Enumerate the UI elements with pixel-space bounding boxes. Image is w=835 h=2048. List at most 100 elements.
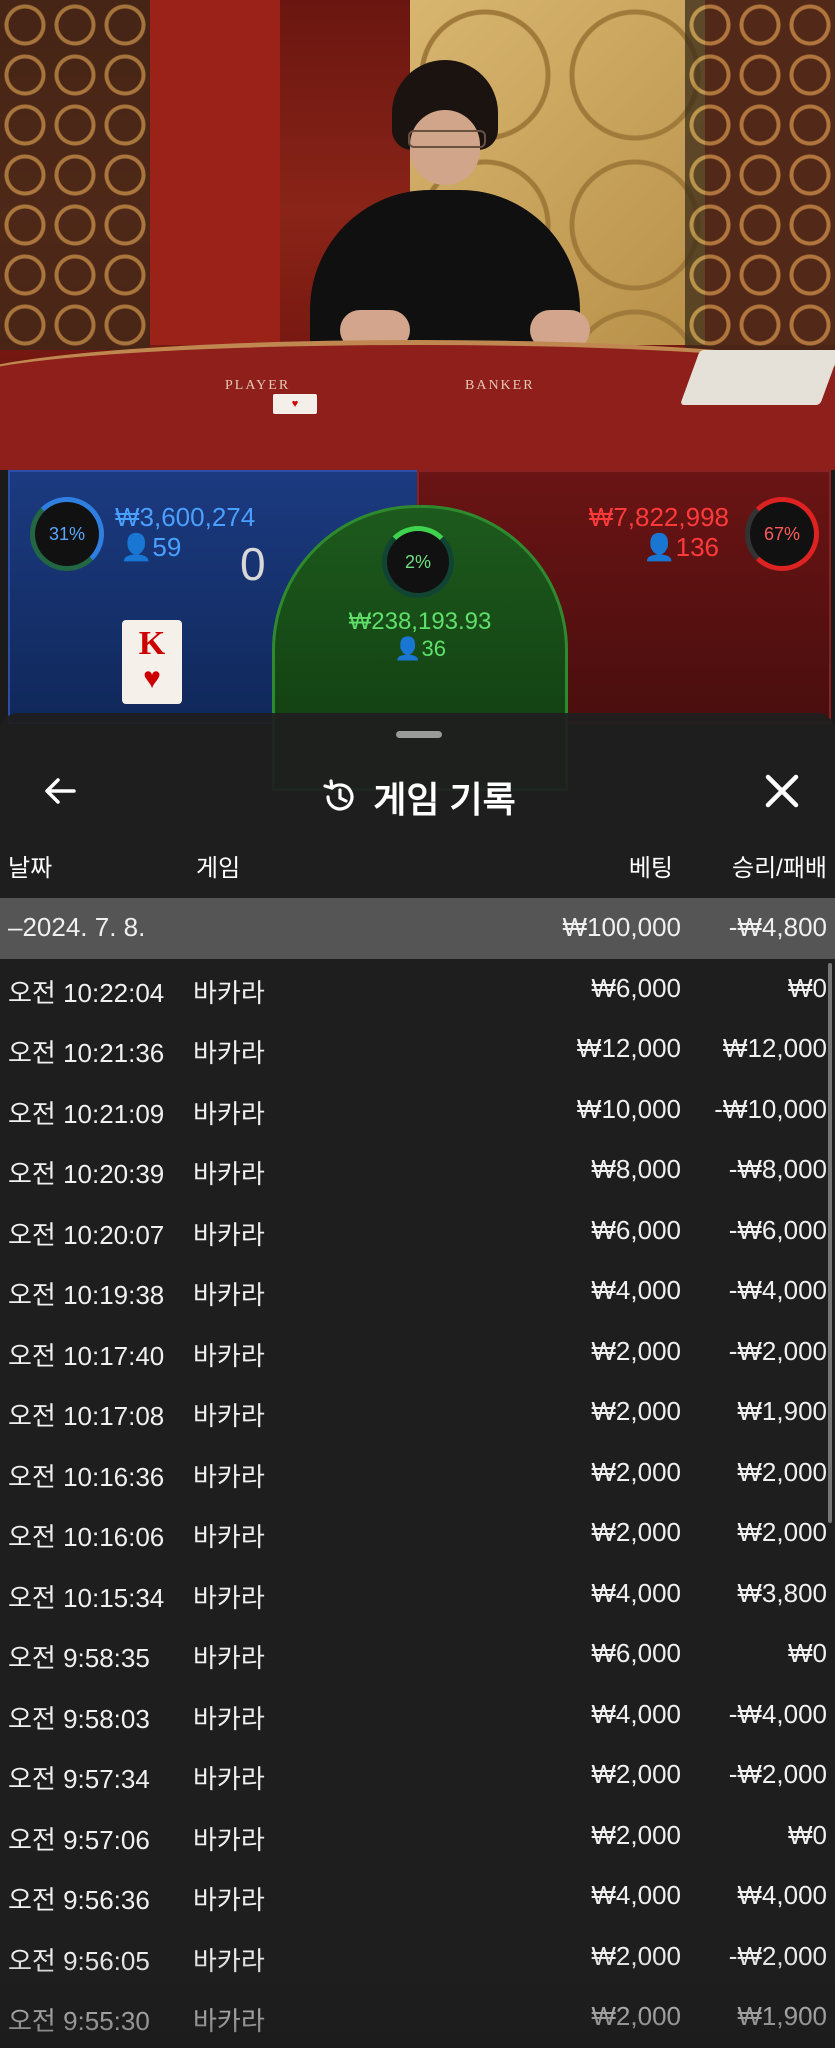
table-row[interactable]: 오전 10:21:09 바카라 ₩10,000 -₩10,000 — [0, 1080, 835, 1141]
row-bet: ₩2,000 — [591, 1759, 681, 1789]
row-win-loss: ₩2,000 — [737, 1517, 827, 1547]
table-row[interactable]: 오전 10:21:36 바카라 ₩12,000 ₩12,000 — [0, 1019, 835, 1080]
back-button[interactable] — [38, 771, 82, 815]
row-time: 오전 10:16:36 — [8, 1461, 165, 1492]
history-table-header: 날짜 게임 베팅 승리/패배 — [0, 848, 835, 888]
row-time: 오전 10:21:36 — [8, 1038, 165, 1068]
row-bet: ₩8,000 — [591, 1154, 681, 1184]
row-game: 바카라 — [193, 1764, 265, 1794]
table-row[interactable]: 오전 9:55:30 바카라 ₩2,000 ₩1,900 — [0, 1987, 835, 2048]
table-row[interactable]: 오전 9:57:06 바카라 ₩2,000 ₩0 — [0, 1806, 835, 1867]
player-bettor-count: 👤59 — [120, 532, 182, 562]
table-row[interactable]: 오전 10:15:34 바카라 ₩4,000 ₩3,800 — [0, 1564, 835, 1625]
row-time: 오전 10:20:39 — [8, 1159, 165, 1189]
row-bet: ₩2,000 — [591, 1517, 681, 1547]
banker-bettor-count: 👤136 — [643, 532, 719, 562]
live-video: PLAYER BANKER ♥ — [0, 0, 835, 470]
table-row[interactable]: 오전 10:17:40 바카라 ₩2,000 -₩2,000 — [0, 1322, 835, 1383]
row-game: 바카라 — [193, 1280, 265, 1310]
row-bet: ₩12,000 — [576, 1033, 681, 1063]
table-label-banker: BANKER — [465, 378, 535, 393]
table-row[interactable]: 오전 9:58:03 바카라 ₩4,000 -₩4,000 — [0, 1685, 835, 1746]
summary-bet: ₩100,000 — [562, 912, 681, 942]
tie-bettor-count: 👤36 — [394, 636, 446, 661]
row-time: 오전 10:21:09 — [8, 1098, 165, 1129]
sheet-title-text: 게임 기록 — [373, 779, 516, 820]
banker-percent-ring: 67% — [745, 497, 819, 571]
row-time: 오전 10:16:06 — [8, 1522, 165, 1552]
table-row[interactable]: 오전 9:57:34 바카라 ₩2,000 -₩2,000 — [0, 1745, 835, 1806]
row-win-loss: -₩6,000 — [728, 1214, 827, 1245]
user-icon: 👤 — [120, 532, 153, 562]
banker-total-amount: ₩7,822,998 — [588, 502, 729, 532]
row-game: 바카라 — [193, 1824, 265, 1855]
row-bet: ₩2,000 — [591, 1819, 681, 1850]
history-table-body: –2024. 7. 8. ₩100,000 -₩4,800 오전 10:22:0… — [0, 898, 835, 2048]
table-row[interactable]: 오전 10:17:08 바카라 ₩2,000 ₩1,900 — [0, 1382, 835, 1443]
row-time: 오전 9:57:34 — [8, 1764, 150, 1794]
row-game: 바카라 — [193, 1098, 265, 1129]
dealer — [300, 60, 620, 360]
row-time: 오전 9:58:35 — [8, 1643, 150, 1673]
history-icon — [323, 779, 354, 811]
row-time: 오전 9:55:30 — [8, 2006, 150, 2036]
table-row[interactable]: 오전 9:56:05 바카라 ₩2,000 -₩2,000 — [0, 1927, 835, 1988]
decor-lattice-right — [685, 0, 835, 350]
row-game: 바카라 — [193, 1703, 265, 1734]
row-bet: ₩6,000 — [591, 1214, 681, 1245]
row-win-loss: -₩2,000 — [728, 1940, 827, 1971]
row-time: 오전 10:22:04 — [8, 977, 165, 1008]
table-row[interactable]: 오전 10:19:38 바카라 ₩4,000 -₩4,000 — [0, 1261, 835, 1322]
row-win-loss: ₩1,900 — [737, 2001, 827, 2031]
row-win-loss: -₩2,000 — [728, 1335, 827, 1366]
row-win-loss: ₩0 — [788, 1638, 827, 1668]
player-total-amount: ₩3,600,274 — [115, 502, 256, 532]
row-win-loss: ₩4,000 — [737, 1880, 827, 1910]
user-icon: 👤 — [394, 636, 422, 661]
table-row[interactable]: 오전 9:56:36 바카라 ₩4,000 ₩4,000 — [0, 1866, 835, 1927]
heart-suit-icon: ♥ — [143, 662, 161, 695]
row-bet: ₩2,000 — [591, 2001, 681, 2031]
row-bet: ₩2,000 — [591, 1396, 681, 1426]
row-time: 오전 10:19:38 — [8, 1280, 165, 1310]
row-game: 바카라 — [193, 1461, 265, 1492]
row-win-loss: ₩2,000 — [737, 1456, 827, 1487]
row-game: 바카라 — [193, 977, 265, 1008]
row-bet: ₩4,000 — [591, 1275, 681, 1305]
banker-percent: 67% — [763, 524, 801, 544]
decor-lattice-left — [0, 0, 150, 350]
table-label-player: PLAYER — [225, 378, 291, 393]
arrow-left-icon — [45, 778, 76, 804]
table-row[interactable]: 오전 10:20:07 바카라 ₩6,000 -₩6,000 — [0, 1201, 835, 1262]
table-row[interactable]: 오전 10:16:36 바카라 ₩2,000 ₩2,000 — [0, 1443, 835, 1504]
column-bet: 베팅 — [628, 855, 673, 882]
sheet-title: 게임 기록 — [0, 771, 835, 823]
decor-wall-left — [150, 0, 280, 345]
row-time: 오전 9:56:05 — [8, 1945, 150, 1976]
close-button[interactable] — [759, 771, 805, 817]
row-bet: ₩4,000 — [591, 1698, 681, 1729]
history-scrollbar[interactable] — [828, 963, 832, 1523]
row-win-loss: ₩0 — [788, 972, 827, 1003]
row-game: 바카라 — [193, 1582, 265, 1613]
table-row[interactable]: 오전 10:22:04 바카라 ₩6,000 ₩0 — [0, 959, 835, 1020]
game-history-sheet: 게임 기록 날짜 게임 베팅 승리/패배 –2024. 7. 8. ₩100,0… — [0, 713, 835, 2042]
row-win-loss: -₩4,000 — [728, 1275, 827, 1305]
table-row[interactable]: 오전 9:58:35 바카라 ₩6,000 ₩0 — [0, 1624, 835, 1685]
row-time: 오전 10:17:08 — [8, 1401, 165, 1431]
row-win-loss: -₩2,000 — [728, 1759, 827, 1789]
history-date-summary-row[interactable]: –2024. 7. 8. ₩100,000 -₩4,800 — [0, 898, 835, 959]
row-bet: ₩4,000 — [591, 1880, 681, 1910]
row-bet: ₩6,000 — [591, 972, 681, 1003]
table-row[interactable]: 오전 10:16:06 바카라 ₩2,000 ₩2,000 — [0, 1503, 835, 1564]
card-shoe — [679, 350, 835, 405]
row-game: 바카라 — [193, 1522, 265, 1552]
sheet-drag-handle[interactable] — [396, 731, 442, 738]
table-row[interactable]: 오전 10:20:39 바카라 ₩8,000 -₩8,000 — [0, 1140, 835, 1201]
row-time: 오전 10:17:40 — [8, 1340, 165, 1371]
row-bet: ₩2,000 — [591, 1335, 681, 1366]
user-icon: 👤 — [643, 532, 676, 562]
row-game: 바카라 — [193, 1885, 265, 1915]
row-win-loss: ₩12,000 — [722, 1033, 827, 1063]
row-game: 바카라 — [193, 1159, 265, 1189]
